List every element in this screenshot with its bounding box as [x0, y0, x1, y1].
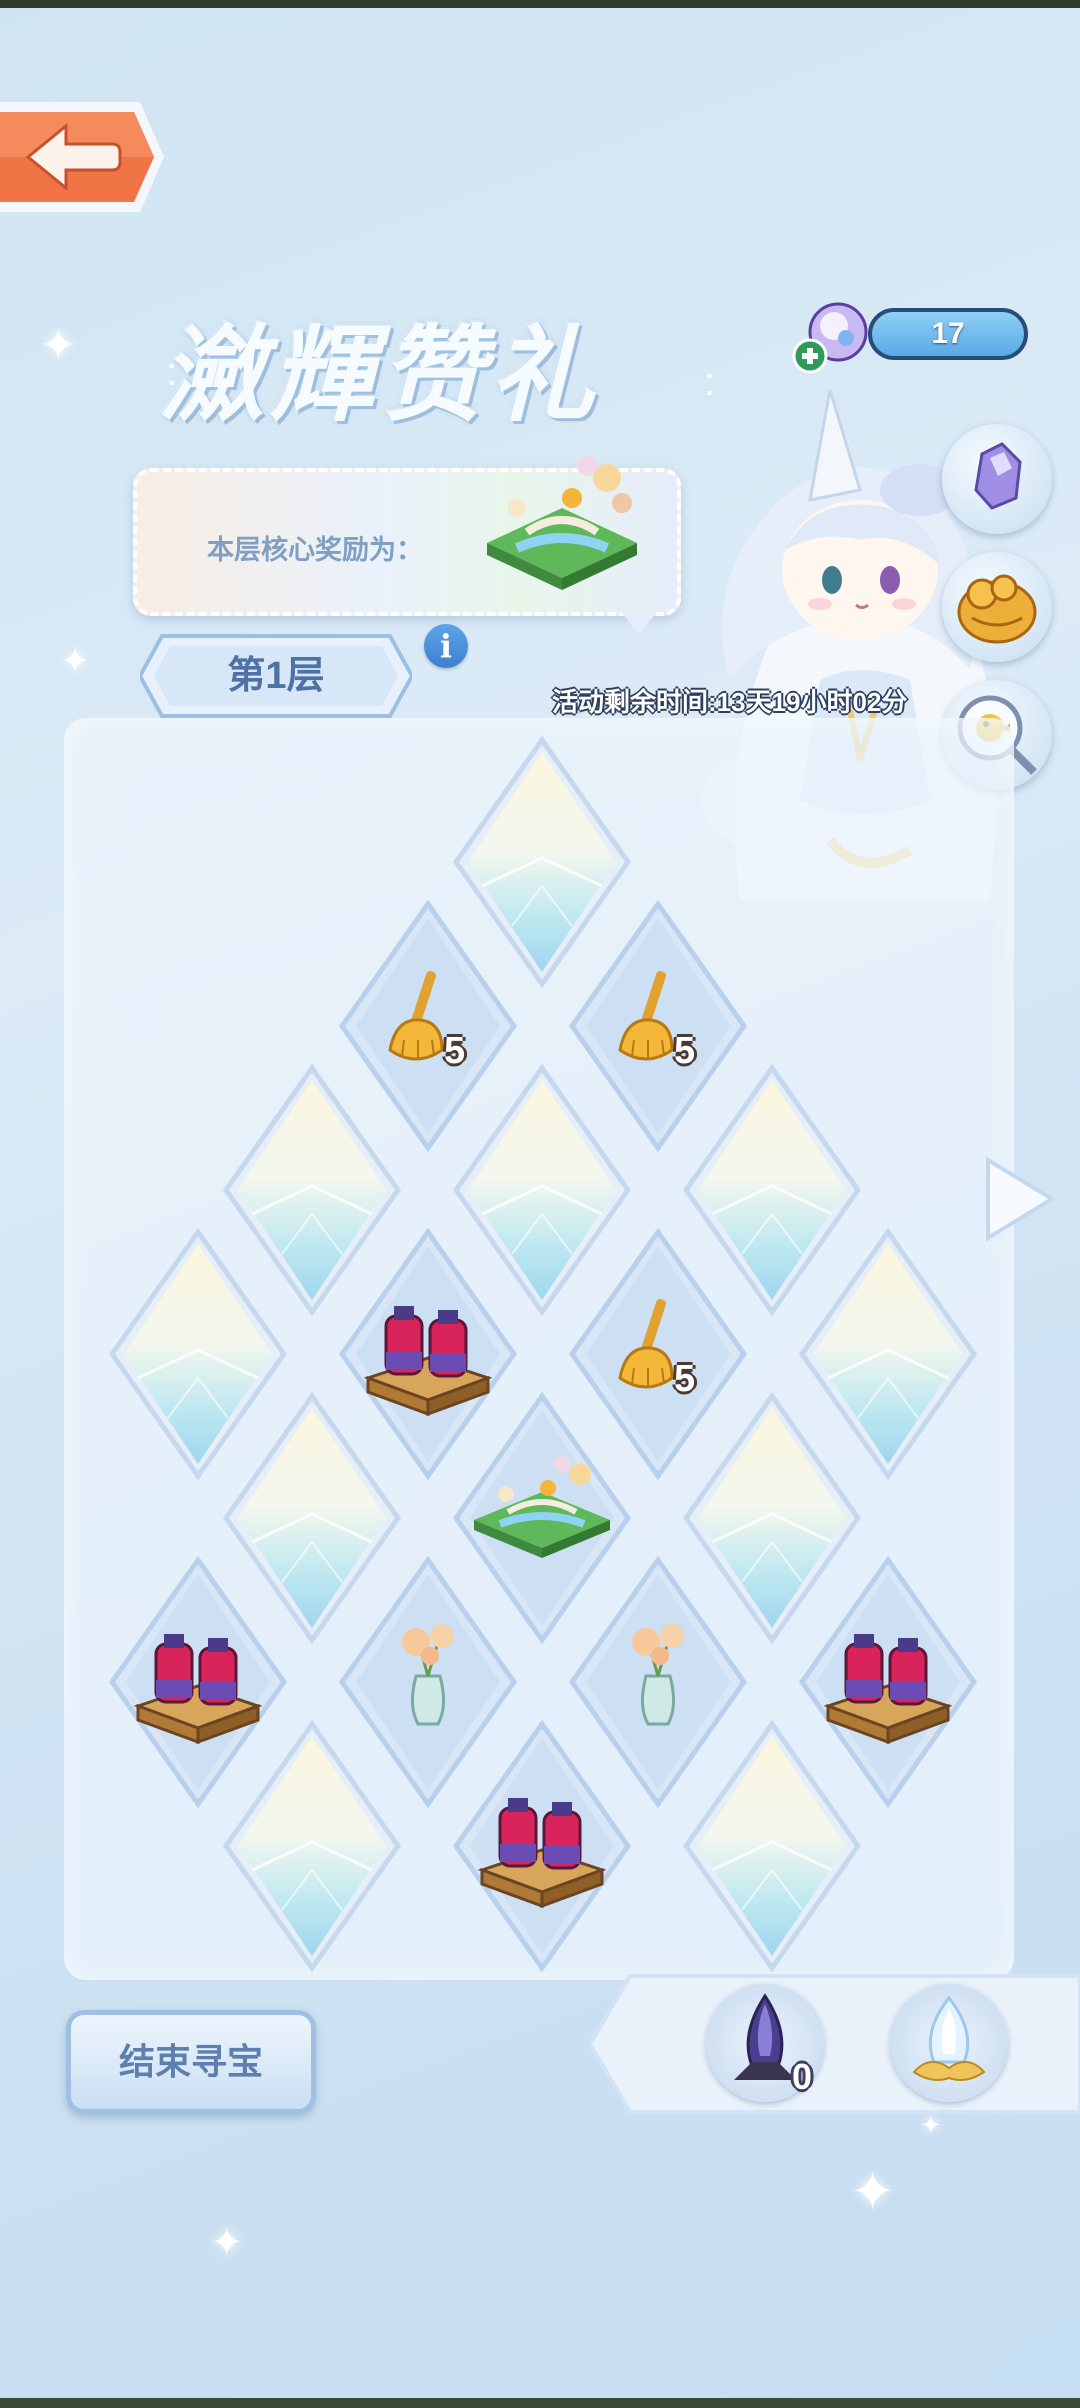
left-arrow-icon: [0, 102, 164, 212]
end-hunt-label: 结束寻宝: [118, 2041, 263, 2082]
sparkle-icon: ✦: [850, 2162, 896, 2222]
floor-label: 第1层: [227, 655, 325, 697]
tile-potion-crate[interactable]: [452, 1720, 632, 1972]
light-crystal-tool[interactable]: [890, 1984, 1008, 2102]
purple-crystal-icon: [974, 442, 1022, 510]
garden-bridge-icon[interactable]: [477, 448, 647, 598]
sparkle-icon: ✦: [210, 2221, 244, 2265]
golden-lion-icon: [957, 574, 1037, 644]
tile-crystal[interactable]: [222, 1720, 402, 1972]
dark-crystal-count: 0: [792, 2056, 813, 2097]
currency-value: 17: [931, 317, 965, 350]
tile-crystal[interactable]: [682, 1720, 862, 1972]
end-hunt-button[interactable]: 结束寻宝: [66, 2010, 316, 2114]
right-arrow-icon: [986, 1156, 1056, 1242]
top-strip: [0, 0, 1080, 8]
info-icon[interactable]: i: [424, 624, 468, 668]
crystal-icon: [682, 1720, 862, 1972]
core-reward-label: 本层核心奖励为：: [207, 535, 423, 565]
event-timer: 活动剩余时间:13天19小时02分: [552, 687, 908, 717]
core-reward-box: 本层核心奖励为：: [133, 456, 681, 634]
opened-tile-bg: [452, 1720, 632, 1972]
crystal-icon: [222, 1720, 402, 1972]
reward-box-tail: [621, 612, 657, 634]
purple-crystal-button[interactable]: [942, 424, 1052, 534]
sparkle-icon: ✦: [60, 640, 91, 681]
floor-tab[interactable]: 第1层: [140, 632, 412, 720]
crystal-orb-plus-icon[interactable]: [790, 296, 880, 376]
bottom-strip: [0, 2398, 1080, 2408]
event-title: 瀲輝赞礼: [160, 313, 601, 436]
back-button[interactable]: [0, 98, 168, 216]
light-crystal-icon: [912, 1995, 986, 2081]
golden-lion-button[interactable]: [942, 552, 1052, 662]
next-floor-button[interactable]: [980, 1156, 1060, 1242]
sparkle-icon: ✦: [40, 321, 77, 370]
